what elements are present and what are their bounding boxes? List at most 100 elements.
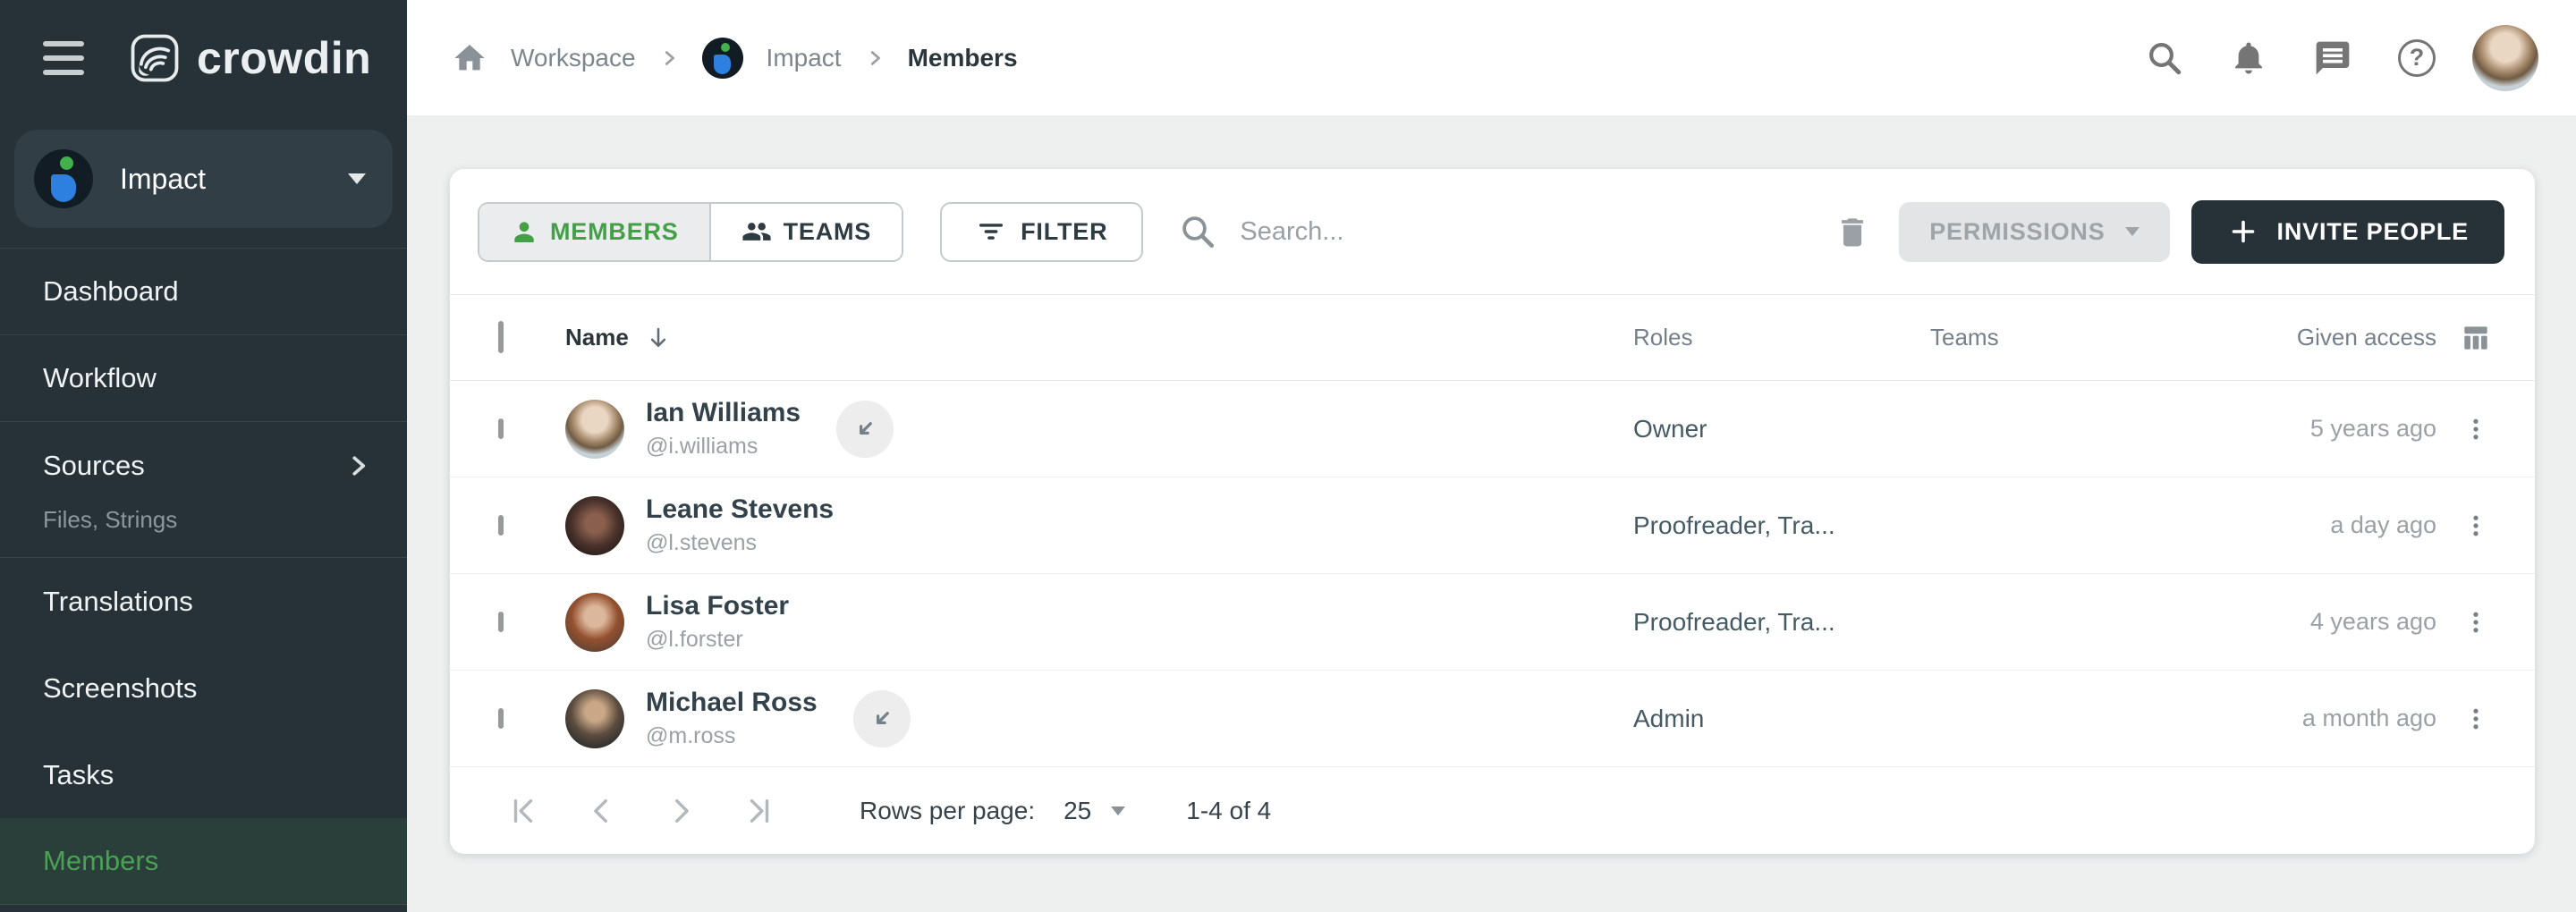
- breadcrumb-separator-icon: [865, 48, 885, 68]
- sign-in-as-icon[interactable]: [853, 690, 911, 747]
- member-avatar: [565, 496, 624, 555]
- search-icon[interactable]: [2140, 33, 2190, 83]
- sign-in-as-icon[interactable]: [836, 401, 894, 458]
- row-menu-kebab-icon[interactable]: [2457, 410, 2495, 448]
- home-icon[interactable]: [452, 40, 487, 76]
- hamburger-menu-icon[interactable]: [43, 41, 84, 75]
- group-icon: [741, 216, 772, 247]
- member-given-access: 5 years ago: [2225, 415, 2449, 443]
- member-handle: @l.stevens: [646, 530, 834, 556]
- row-menu-kebab-icon[interactable]: [2457, 604, 2495, 641]
- plus-icon: [2227, 215, 2259, 248]
- sort-descending-icon: [645, 325, 672, 351]
- table-row: Ian Williams @i.williams Owner 5 years a…: [450, 381, 2535, 477]
- filter-button[interactable]: FILTER: [940, 202, 1143, 262]
- breadcrumb-project[interactable]: Impact: [767, 44, 842, 72]
- column-header-teams: Teams: [1930, 324, 2225, 351]
- row-checkbox[interactable]: [498, 708, 504, 729]
- members-toolbar: MEMBERS TEAMS FILTER: [450, 169, 2535, 295]
- member-handle: @m.ross: [646, 723, 818, 749]
- search-icon: [1179, 213, 1216, 250]
- chevron-down-icon: [348, 173, 366, 184]
- members-teams-tabs: MEMBERS TEAMS: [478, 202, 903, 262]
- sidebar-item-tasks[interactable]: Tasks: [0, 731, 407, 818]
- member-roles: Proofreader, Tra...: [1633, 608, 1930, 637]
- help-icon[interactable]: ?: [2392, 33, 2442, 83]
- table-row: Michael Ross @m.ross Admin a month ago: [450, 671, 2535, 767]
- next-page-icon[interactable]: [659, 790, 702, 832]
- member-avatar: [565, 593, 624, 652]
- breadcrumb-project-avatar: [702, 38, 743, 79]
- breadcrumb: Workspace Impact Members: [452, 38, 2106, 79]
- sidebar-nav: Dashboard Workflow Sources Files, String…: [0, 249, 407, 905]
- member-roles: Proofreader, Tra...: [1633, 511, 1930, 540]
- member-avatar: [565, 400, 624, 459]
- sidebar-item-workflow[interactable]: Workflow: [0, 335, 407, 422]
- row-menu-kebab-icon[interactable]: [2457, 507, 2495, 545]
- member-given-access: 4 years ago: [2225, 608, 2449, 636]
- sidebar-item-members[interactable]: Members: [0, 818, 407, 905]
- member-name[interactable]: Michael Ross: [646, 688, 818, 718]
- select-all-checkbox[interactable]: [498, 321, 504, 353]
- columns-settings-icon[interactable]: [2453, 316, 2498, 360]
- permissions-button-label: PERMISSIONS: [1929, 218, 2105, 246]
- topbar: Workspace Impact Members: [407, 0, 2576, 115]
- member-given-access: a month ago: [2225, 705, 2449, 732]
- project-avatar: [34, 149, 93, 208]
- row-checkbox[interactable]: [498, 612, 504, 632]
- member-handle: @i.williams: [646, 434, 801, 460]
- search-box: [1179, 213, 1833, 250]
- breadcrumb-members: Members: [908, 44, 1018, 72]
- tab-members[interactable]: MEMBERS: [479, 204, 711, 260]
- row-checkbox[interactable]: [498, 515, 504, 536]
- filter-button-label: FILTER: [1021, 218, 1107, 246]
- sidebar-item-dashboard[interactable]: Dashboard: [0, 249, 407, 335]
- topbar-actions: ?: [2106, 25, 2538, 91]
- crowdin-bird-icon: [131, 34, 179, 82]
- invite-people-button[interactable]: INVITE PEOPLE: [2191, 200, 2504, 264]
- user-avatar[interactable]: [2472, 25, 2538, 91]
- member-name[interactable]: Leane Stevens: [646, 494, 834, 525]
- member-roles: Owner: [1633, 415, 1930, 443]
- last-page-icon[interactable]: [738, 790, 781, 832]
- breadcrumb-workspace[interactable]: Workspace: [511, 44, 636, 72]
- sidebar-item-screenshots[interactable]: Screenshots: [0, 645, 407, 731]
- search-input[interactable]: [1238, 216, 1833, 248]
- project-selector[interactable]: Impact: [14, 130, 393, 228]
- sidebar-item-translations[interactable]: Translations: [0, 558, 407, 645]
- column-header-name[interactable]: Name: [565, 324, 672, 351]
- table-row: Lisa Foster @l.forster Proofreader, Tra.…: [450, 574, 2535, 671]
- chevron-down-icon: [1111, 806, 1125, 815]
- rows-per-page-value: 25: [1063, 797, 1091, 825]
- column-header-given-access: Given access: [2225, 324, 2449, 351]
- members-card: MEMBERS TEAMS FILTER: [450, 169, 2535, 854]
- permissions-button[interactable]: PERMISSIONS: [1899, 202, 2169, 262]
- sidebar: crowdin Impact Dashboard Workflow Source…: [0, 0, 407, 912]
- sidebar-item-sources[interactable]: Sources Files, Strings: [0, 422, 407, 558]
- sidebar-item-sources-sub: Files, Strings: [43, 506, 371, 534]
- tab-members-label: MEMBERS: [550, 218, 679, 246]
- chevron-right-icon: [344, 452, 371, 479]
- tab-teams[interactable]: TEAMS: [711, 204, 902, 260]
- member-name[interactable]: Ian Williams: [646, 398, 801, 428]
- table-row: Leane Stevens @l.stevens Proofreader, Tr…: [450, 477, 2535, 574]
- previous-page-icon[interactable]: [580, 790, 623, 832]
- project-selector-zone: Impact: [0, 115, 407, 249]
- row-menu-kebab-icon[interactable]: [2457, 700, 2495, 738]
- sidebar-item-sources-label: Sources: [43, 450, 344, 482]
- delete-trash-icon[interactable]: [1833, 212, 1872, 251]
- column-header-roles: Roles: [1633, 324, 1930, 351]
- row-checkbox[interactable]: [498, 418, 504, 439]
- messages-chat-icon[interactable]: [2308, 33, 2358, 83]
- notifications-bell-icon[interactable]: [2224, 33, 2274, 83]
- pagination-range: 1-4 of 4: [1186, 797, 1271, 825]
- invite-people-label: INVITE PEOPLE: [2277, 218, 2469, 246]
- pagination-bar: Rows per page: 25 1-4 of 4: [450, 767, 2535, 854]
- crowdin-logo[interactable]: crowdin: [131, 32, 371, 84]
- crowdin-app: crowdin Impact Dashboard Workflow Source…: [0, 0, 2576, 912]
- rows-per-page-select[interactable]: 25: [1058, 796, 1131, 826]
- tab-teams-label: TEAMS: [784, 218, 872, 246]
- main-content: MEMBERS TEAMS FILTER: [407, 115, 2576, 912]
- first-page-icon[interactable]: [502, 790, 545, 832]
- member-name[interactable]: Lisa Foster: [646, 591, 789, 621]
